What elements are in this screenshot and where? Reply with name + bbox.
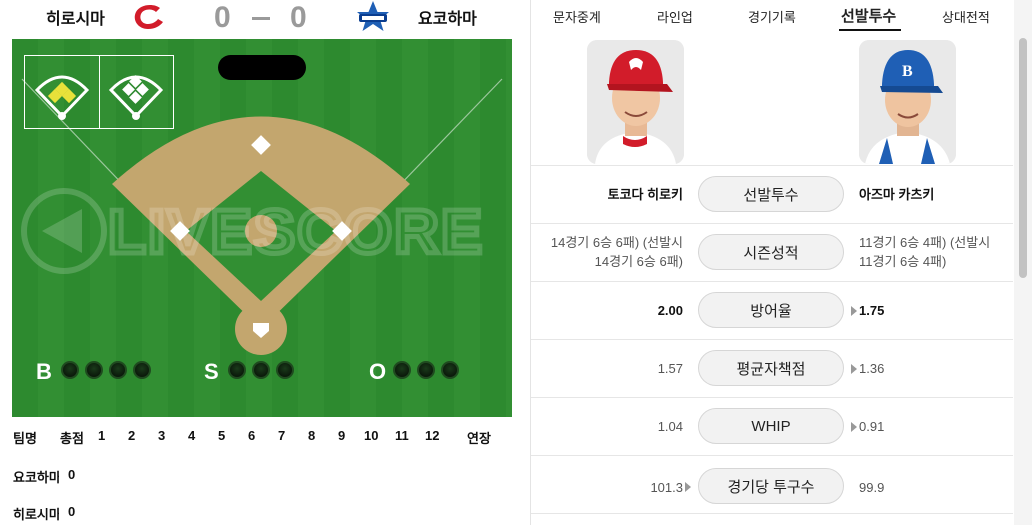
season-record-button[interactable]: 시즌성적 [698, 234, 844, 270]
header-inning-5: 5 [218, 428, 226, 443]
left-whip: 1.04 [657, 419, 683, 434]
left-season-record: 14경기 6승 6패) (선발시 14경기 6승 6패) [550, 235, 683, 269]
tab-head-to-head[interactable]: 상대전적 [942, 7, 990, 26]
triangle-icon [851, 364, 857, 374]
header-inning-11: 11 [395, 428, 409, 443]
strike-count: S [204, 359, 304, 384]
stat-row-pitches-per-game: 101.3 경기당 투구수 99.9 [531, 456, 1013, 514]
header-inning-3: 3 [158, 428, 166, 443]
yokohama-baystars-logo [357, 1, 389, 31]
left-era: 2.00 [657, 303, 683, 318]
livescore-watermark: LIVESCORE [21, 188, 485, 274]
strike-label: S [204, 359, 219, 384]
away-score: 0 [290, 1, 307, 34]
ball-light [109, 361, 127, 379]
game-panel: 히로시마 0 0 요코하마 LIVESCORE B S O 팀명 총점 1 2 … [0, 0, 513, 525]
era-button[interactable]: 방어율 [698, 292, 844, 328]
strike-light [228, 361, 246, 379]
triangle-icon [851, 422, 857, 432]
header-inning-4: 4 [188, 428, 196, 443]
tab-bar: 문자중계 라인업 경기기록 선발투수 상대전적 [531, 0, 1032, 38]
strike-light [276, 361, 294, 379]
header-inning-7: 7 [278, 428, 286, 443]
strike-light [252, 361, 270, 379]
starting-pitcher-button[interactable]: 선발투수 [698, 176, 844, 212]
tab-game-record[interactable]: 경기기록 [748, 7, 796, 26]
ball-light [133, 361, 151, 379]
right-season-record: 11경기 6승 4패) (선발시 11경기 6승 4패) [859, 235, 991, 269]
scrollbar[interactable] [1014, 0, 1032, 525]
row-team: 요코하마 [13, 470, 59, 485]
scoreboard: 히로시마 0 0 요코하마 [0, 0, 513, 38]
left-avg-runs: 1.57 [657, 361, 683, 376]
out-light [393, 361, 411, 379]
out-count: O [369, 359, 469, 384]
stat-row-season: 14경기 6승 6패) (선발시 14경기 6승 6패) 시즌성적 11경기 6… [531, 224, 1013, 282]
svg-text:B: B [902, 63, 913, 80]
header-inning-9: 9 [338, 428, 346, 443]
header-extra: 연장 [467, 431, 491, 446]
header-inning-1: 1 [98, 428, 106, 443]
left-pitcher-name: 토코다 히로키 [607, 187, 683, 202]
tab-lineup[interactable]: 라인업 [657, 7, 693, 26]
base-runner-indicators [24, 55, 174, 129]
status-pill [218, 55, 306, 80]
home-team-name: 히로시마 [46, 11, 105, 28]
ball-light [85, 361, 103, 379]
row-team: 히로시마 [13, 507, 59, 522]
hiroshima-carp-logo [134, 4, 163, 29]
row-total: 0 [68, 504, 76, 519]
right-avg-runs: 1.36 [859, 361, 885, 376]
out-light [417, 361, 435, 379]
stat-row-era: 2.00 방어율 1.75 [531, 282, 1013, 340]
header-inning-12: 12 [425, 428, 440, 443]
inning-score-table: 팀명 총점 1 2 3 4 5 6 7 8 9 10 11 12 연장 요코하마… [0, 417, 513, 525]
detail-panel: 문자중계 라인업 경기기록 선발투수 상대전적 B 토코다 히로키 선발투수 아… [530, 0, 1032, 525]
ball-count: B [36, 359, 176, 384]
header-team: 팀명 [13, 431, 37, 446]
out-light [441, 361, 459, 379]
whip-button[interactable]: WHIP [698, 408, 844, 444]
right-pitcher-name: 아즈마 카츠키 [859, 187, 935, 202]
stat-row-whip: 1.04 WHIP 0.91 [531, 398, 1013, 456]
out-label: O [369, 359, 387, 384]
pitcher-photo-hiroshima [587, 40, 684, 164]
pitcher-photos: B [531, 38, 1013, 166]
stat-row-pitcher-name: 토코다 히로키 선발투수 아즈마 카츠키 [531, 166, 1013, 224]
right-pitches-per-game: 99.9 [859, 480, 885, 495]
row-total: 0 [68, 467, 76, 482]
header-inning-6: 6 [248, 428, 256, 443]
avg-runs-button[interactable]: 평균자책점 [698, 350, 844, 386]
stat-row-avg-runs: 1.57 평균자책점 1.36 [531, 340, 1013, 398]
svg-text:LIVESCORE: LIVESCORE [108, 198, 484, 267]
header-inning-2: 2 [128, 428, 136, 443]
right-era: 1.75 [859, 303, 885, 318]
active-tab-indicator [839, 29, 901, 31]
baseball-field: LIVESCORE B S O [12, 39, 512, 417]
ball-label: B [36, 359, 52, 384]
triangle-icon [851, 306, 857, 316]
base-diagram-icon [34, 75, 90, 120]
right-whip: 0.91 [859, 419, 885, 434]
tab-text-broadcast[interactable]: 문자중계 [553, 7, 601, 26]
header-inning-8: 8 [308, 428, 316, 443]
header-total: 총점 [60, 431, 84, 446]
header-inning-10: 10 [364, 428, 379, 443]
triangle-icon [685, 482, 691, 492]
scrollbar-thumb[interactable] [1019, 38, 1027, 278]
left-pitches-per-game: 101.3 [650, 480, 683, 495]
pitches-per-game-button[interactable]: 경기당 투구수 [698, 468, 844, 504]
score-separator [252, 17, 270, 20]
ball-light [61, 361, 79, 379]
tab-starting-pitchers[interactable]: 선발투수 [841, 5, 896, 26]
away-team-name: 요코하마 [418, 11, 477, 28]
home-score: 0 [214, 1, 231, 34]
pitcher-photo-yokohama: B [859, 40, 956, 164]
base-diagram-empty-icon [108, 75, 164, 120]
